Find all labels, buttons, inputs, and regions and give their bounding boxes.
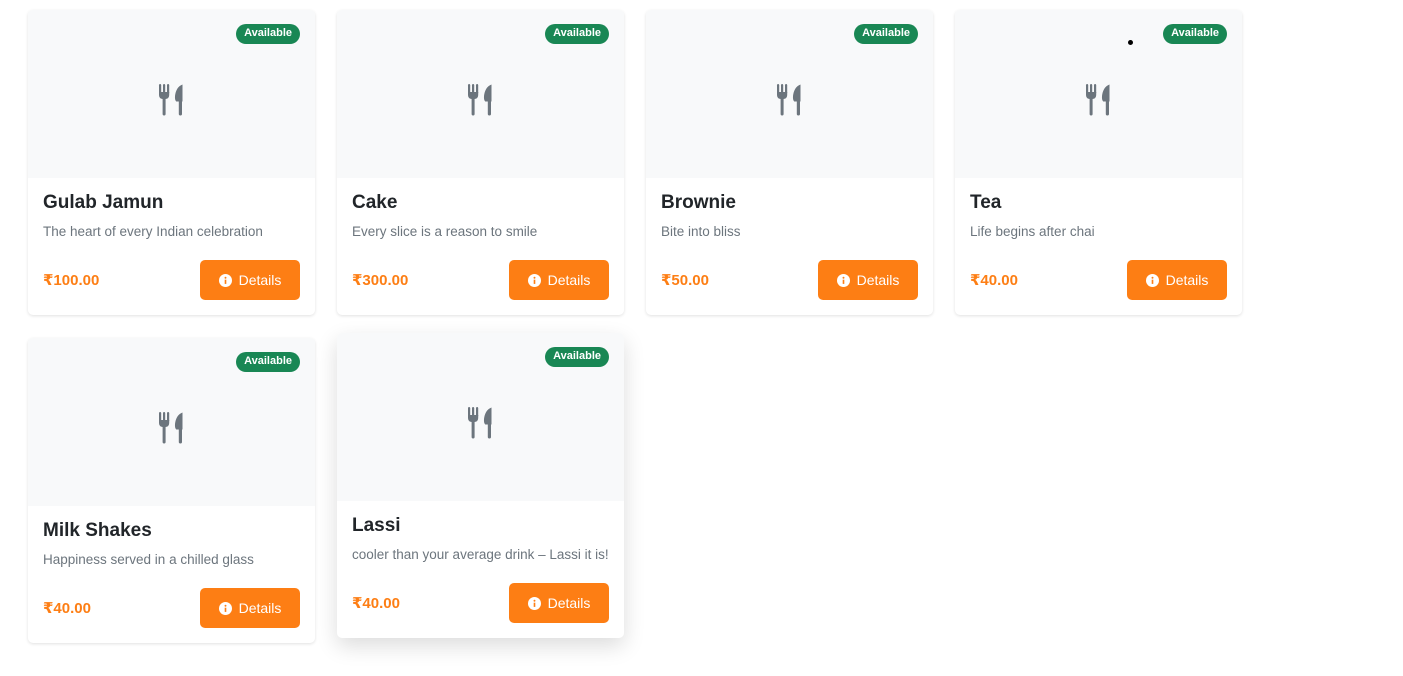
availability-badge: Available bbox=[854, 24, 918, 44]
item-price: ₹40.00 bbox=[970, 272, 1018, 289]
details-button-label: Details bbox=[856, 272, 900, 288]
info-circle-icon bbox=[837, 274, 850, 287]
info-circle-icon bbox=[528, 274, 541, 287]
info-circle-icon bbox=[528, 597, 541, 610]
item-description: The heart of every Indian celebration bbox=[43, 224, 263, 239]
details-button[interactable]: Details bbox=[818, 260, 918, 300]
details-button[interactable]: Details bbox=[509, 260, 609, 300]
details-button-label: Details bbox=[1165, 272, 1209, 288]
details-button-label: Details bbox=[238, 600, 282, 616]
item-image-placeholder: Available bbox=[337, 333, 624, 501]
utensils-icon bbox=[158, 84, 186, 116]
details-button[interactable]: Details bbox=[200, 260, 300, 300]
item-price: ₹300.00 bbox=[352, 272, 409, 289]
details-button-label: Details bbox=[238, 272, 282, 288]
item-title: Brownie bbox=[661, 192, 736, 213]
utensils-icon bbox=[467, 84, 495, 116]
menu-item-card: Available Brownie Bite into bliss ₹50.00… bbox=[646, 10, 933, 315]
details-button[interactable]: Details bbox=[1127, 260, 1227, 300]
menu-grid: Available Gulab Jamun The heart of every… bbox=[28, 10, 1244, 643]
item-price: ₹50.00 bbox=[661, 272, 709, 289]
utensils-icon bbox=[467, 407, 495, 439]
menu-item-card: Available Cake Every slice is a reason t… bbox=[337, 10, 624, 315]
details-button-label: Details bbox=[547, 595, 591, 611]
item-image-placeholder: Available bbox=[28, 10, 315, 178]
item-title: Tea bbox=[970, 192, 1002, 213]
item-description: Every slice is a reason to smile bbox=[352, 224, 538, 239]
item-description: Bite into bliss bbox=[661, 224, 741, 239]
item-image-placeholder: Available bbox=[646, 10, 933, 178]
availability-badge: Available bbox=[236, 352, 300, 372]
menu-item-card: Available Tea Life begins after chai ₹40… bbox=[955, 10, 1242, 315]
item-description: cooler than your average drink – Lassi i… bbox=[352, 547, 609, 562]
menu-item-card: Available Lassi cooler than your average… bbox=[337, 333, 624, 638]
availability-badge: Available bbox=[545, 347, 609, 367]
details-button[interactable]: Details bbox=[509, 583, 609, 623]
info-circle-icon bbox=[1146, 274, 1159, 287]
availability-badge: Available bbox=[545, 24, 609, 44]
item-price: ₹40.00 bbox=[352, 595, 400, 612]
details-button[interactable]: Details bbox=[200, 588, 300, 628]
utensils-icon bbox=[776, 84, 804, 116]
item-image-placeholder: Available bbox=[955, 10, 1242, 178]
item-title: Cake bbox=[352, 192, 398, 213]
item-title: Gulab Jamun bbox=[43, 192, 164, 213]
menu-item-card: Available Milk Shakes Happiness served i… bbox=[28, 338, 315, 643]
availability-badge: Available bbox=[1163, 24, 1227, 44]
item-title: Milk Shakes bbox=[43, 520, 152, 541]
item-image-placeholder: Available bbox=[28, 338, 315, 506]
mouse-cursor bbox=[1128, 40, 1133, 45]
utensils-icon bbox=[158, 412, 186, 444]
utensils-icon bbox=[1085, 84, 1113, 116]
info-circle-icon bbox=[219, 274, 232, 287]
item-description: Happiness served in a chilled glass bbox=[43, 552, 254, 567]
menu-item-card: Available Gulab Jamun The heart of every… bbox=[28, 10, 315, 315]
item-price: ₹40.00 bbox=[43, 600, 91, 617]
item-price: ₹100.00 bbox=[43, 272, 100, 289]
item-title: Lassi bbox=[352, 515, 401, 536]
item-image-placeholder: Available bbox=[337, 10, 624, 178]
item-description: Life begins after chai bbox=[970, 224, 1095, 239]
info-circle-icon bbox=[219, 602, 232, 615]
availability-badge: Available bbox=[236, 24, 300, 44]
details-button-label: Details bbox=[547, 272, 591, 288]
